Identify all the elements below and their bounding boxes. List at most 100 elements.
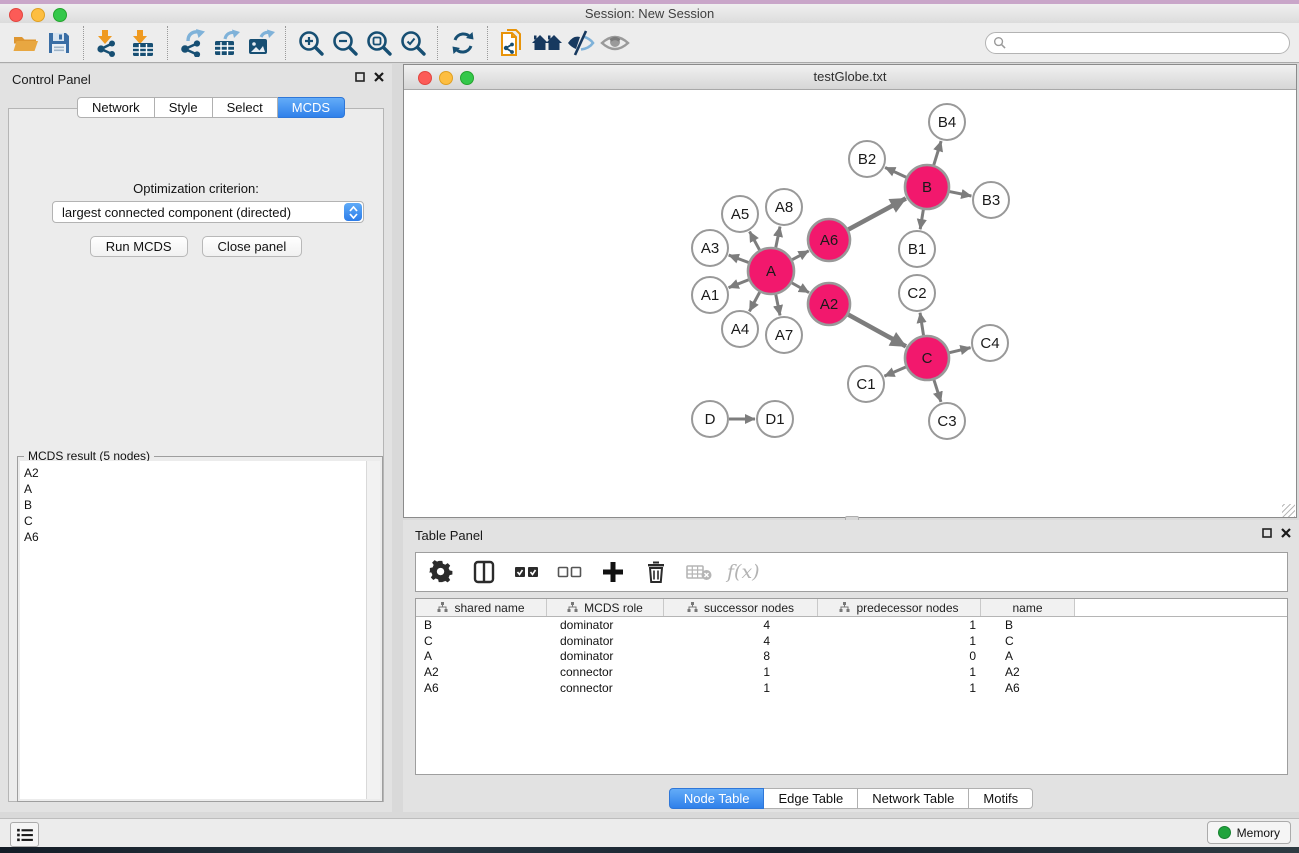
task-history-button[interactable]: [10, 822, 39, 847]
network-document-button[interactable]: [496, 26, 530, 60]
run-mcds-button[interactable]: Run MCDS: [90, 236, 188, 257]
search-input[interactable]: [1006, 35, 1270, 51]
table-cell[interactable]: B: [416, 618, 547, 632]
search-box[interactable]: [985, 32, 1290, 54]
graph-node-A5[interactable]: A5: [722, 196, 758, 232]
mcds-result-item[interactable]: C: [24, 513, 367, 529]
graph-node-B1[interactable]: B1: [899, 231, 935, 267]
graph-node-A1[interactable]: A1: [692, 277, 728, 313]
table-cell[interactable]: connector: [547, 665, 664, 679]
table-cell[interactable]: 1: [818, 618, 981, 632]
open-session-button[interactable]: [8, 26, 42, 60]
table-cell[interactable]: dominator: [547, 649, 664, 663]
table-cell[interactable]: 1: [818, 634, 981, 648]
table-cell[interactable]: dominator: [547, 634, 664, 648]
table-cell[interactable]: 1: [664, 681, 818, 695]
close-table-panel-icon[interactable]: [1281, 528, 1291, 538]
table-cell[interactable]: A6: [416, 681, 547, 695]
mcds-result-item[interactable]: A2: [24, 465, 367, 481]
table-cell[interactable]: B: [981, 618, 1075, 632]
tab-network-table[interactable]: Network Table: [858, 788, 969, 809]
show-columns-button[interactable]: [469, 557, 499, 587]
select-all-button[interactable]: [512, 557, 542, 587]
graph-node-C3[interactable]: C3: [929, 403, 965, 439]
graph-node-A7[interactable]: A7: [766, 317, 802, 353]
column-header-shared-name[interactable]: shared name: [416, 599, 547, 616]
graph-node-B[interactable]: B: [905, 165, 949, 209]
column-header-successor-nodes[interactable]: successor nodes: [664, 599, 818, 616]
function-builder-icon[interactable]: f(x): [727, 561, 760, 583]
column-header-mcds-role[interactable]: MCDS role: [547, 599, 664, 616]
delete-table-button[interactable]: [684, 557, 714, 587]
graph-node-A3[interactable]: A3: [692, 230, 728, 266]
result-scrollbar[interactable]: [366, 461, 380, 799]
window-resize-grip[interactable]: [1282, 504, 1295, 517]
graph-node-B2[interactable]: B2: [849, 141, 885, 177]
table-cell[interactable]: 4: [664, 618, 818, 632]
table-cell[interactable]: 1: [818, 665, 981, 679]
tab-motifs[interactable]: Motifs: [969, 788, 1033, 809]
graph-node-A[interactable]: A: [748, 248, 794, 294]
graph-node-A6[interactable]: A6: [808, 219, 850, 261]
export-table-button[interactable]: [210, 26, 244, 60]
graph-node-C1[interactable]: C1: [848, 366, 884, 402]
delete-column-button[interactable]: [641, 557, 671, 587]
graph-node-D[interactable]: D: [692, 401, 728, 437]
table-cell[interactable]: A2: [416, 665, 547, 679]
import-network-button[interactable]: [92, 26, 126, 60]
graph-node-B4[interactable]: B4: [929, 104, 965, 140]
tab-style[interactable]: Style: [155, 97, 213, 118]
table-cell[interactable]: 1: [818, 681, 981, 695]
hide-selected-button[interactable]: [564, 26, 598, 60]
graph-node-C[interactable]: C: [905, 336, 949, 380]
tab-select[interactable]: Select: [213, 97, 278, 118]
add-column-button[interactable]: [598, 557, 628, 587]
mcds-result-item[interactable]: A6: [24, 529, 367, 545]
tab-mcds[interactable]: MCDS: [278, 97, 345, 118]
home-layout-button[interactable]: [530, 26, 564, 60]
graph-node-C2[interactable]: C2: [899, 275, 935, 311]
table-cell[interactable]: A: [416, 649, 547, 663]
table-cell[interactable]: A6: [981, 681, 1075, 695]
table-cell[interactable]: A: [981, 649, 1075, 663]
import-table-button[interactable]: [126, 26, 160, 60]
zoom-out-button[interactable]: [328, 26, 362, 60]
close-panel-button[interactable]: Close panel: [202, 236, 303, 257]
refresh-button[interactable]: [446, 26, 480, 60]
float-panel-icon[interactable]: [355, 72, 365, 82]
table-cell[interactable]: 1: [664, 665, 818, 679]
table-row[interactable]: A2connector11A2: [416, 664, 1287, 680]
table-row[interactable]: A6connector11A6: [416, 680, 1287, 696]
table-cell[interactable]: 4: [664, 634, 818, 648]
table-cell[interactable]: connector: [547, 681, 664, 695]
float-table-panel-icon[interactable]: [1262, 528, 1272, 538]
table-cell[interactable]: dominator: [547, 618, 664, 632]
table-row[interactable]: Cdominator41C: [416, 633, 1287, 649]
zoom-fit-button[interactable]: [362, 26, 396, 60]
save-session-button[interactable]: [42, 26, 76, 60]
mcds-result-item[interactable]: A: [24, 481, 367, 497]
graph-node-A4[interactable]: A4: [722, 311, 758, 347]
column-header-predecessor-nodes[interactable]: predecessor nodes: [818, 599, 981, 616]
table-cell[interactable]: C: [416, 634, 547, 648]
tab-edge-table[interactable]: Edge Table: [764, 788, 858, 809]
zoom-selected-button[interactable]: [396, 26, 430, 60]
graph-node-A2[interactable]: A2: [808, 283, 850, 325]
zoom-in-button[interactable]: [294, 26, 328, 60]
table-cell[interactable]: 0: [818, 649, 981, 663]
tab-node-table[interactable]: Node Table: [669, 788, 765, 809]
memory-button[interactable]: Memory: [1207, 821, 1291, 844]
close-panel-icon[interactable]: [374, 72, 384, 82]
graph-canvas[interactable]: B4B2BB3A5A8A3A6B1AA1C2A2A4A7C4CC1C3DD1: [404, 90, 1296, 518]
table-settings-button[interactable]: [426, 557, 456, 587]
table-cell[interactable]: C: [981, 634, 1075, 648]
table-cell[interactable]: A2: [981, 665, 1075, 679]
table-cell[interactable]: 8: [664, 649, 818, 663]
network-window-titlebar[interactable]: testGlobe.txt: [404, 65, 1296, 90]
optimization-dropdown[interactable]: largest connected component (directed): [52, 201, 364, 223]
graph-node-D1[interactable]: D1: [757, 401, 793, 437]
table-row[interactable]: Bdominator41B: [416, 617, 1287, 633]
export-network-button[interactable]: [176, 26, 210, 60]
column-header-name[interactable]: name: [981, 599, 1075, 616]
table-row[interactable]: Adominator80A: [416, 649, 1287, 665]
